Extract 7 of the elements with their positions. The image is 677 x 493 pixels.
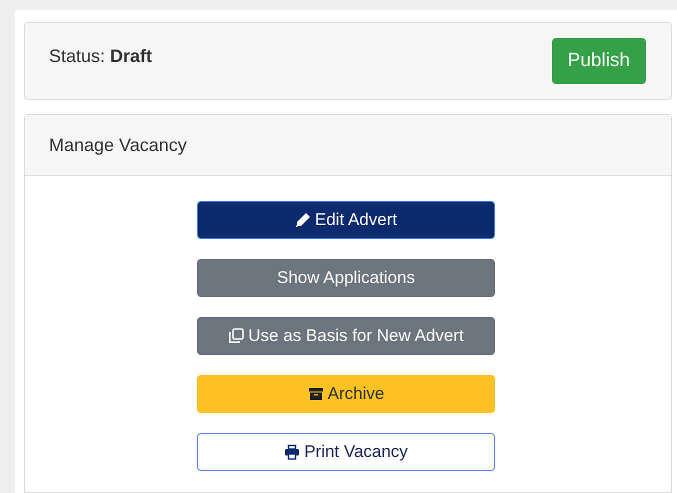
action-button[interactable]: Print Vacancy — [197, 433, 495, 471]
action-button[interactable]: Archive — [197, 375, 495, 413]
card-title: Manage Vacancy — [49, 134, 187, 157]
action-button[interactable]: Use as Basis for New Advert — [197, 317, 495, 355]
action-button[interactable]: Edit Advert — [197, 201, 495, 239]
status-text: Status: Draft — [49, 44, 152, 68]
action-button[interactable]: Show Applications — [197, 259, 495, 297]
